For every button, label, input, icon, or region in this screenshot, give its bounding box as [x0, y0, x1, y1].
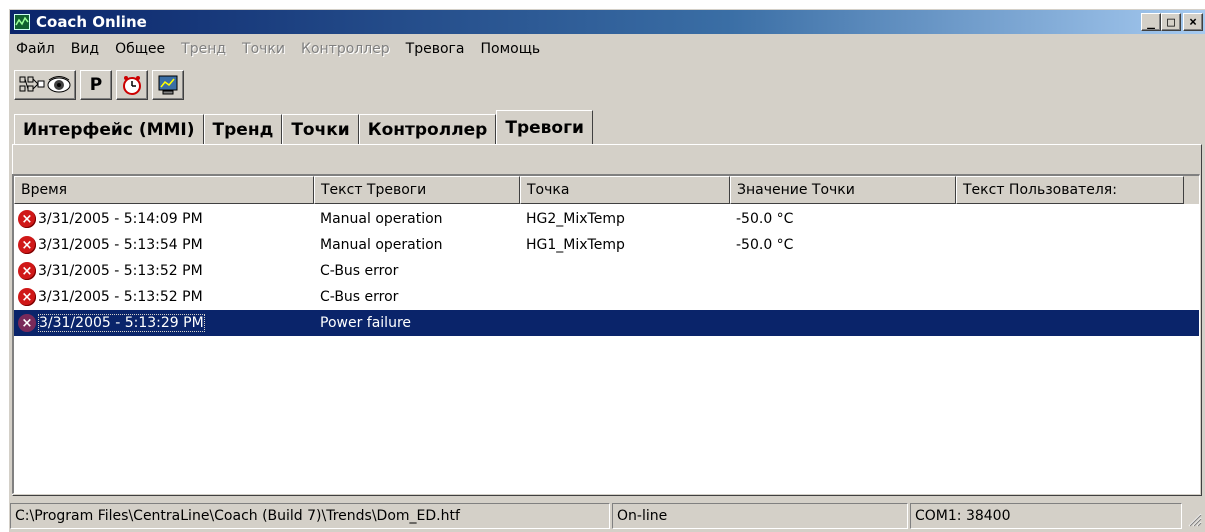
alarm-time: 3/31/2005 - 5:13:52 PM — [38, 289, 203, 305]
points-view-icon — [19, 76, 45, 92]
error-icon: × — [18, 262, 36, 280]
window-controls: _ □ × — [1139, 13, 1203, 31]
toolbar: P — [14, 67, 188, 103]
monitor-button[interactable] — [152, 70, 184, 100]
alarm-value: -50.0 °C — [736, 237, 794, 253]
alarm-text: Manual operation — [320, 237, 443, 253]
table-row[interactable]: × 3/31/2005 - 5:14:09 PM Manual operatio… — [14, 206, 1199, 232]
p-button-label: P — [89, 75, 103, 95]
minimize-button[interactable]: _ — [1141, 13, 1161, 31]
alarm-time: 3/31/2005 - 5:13:52 PM — [38, 263, 203, 279]
alarm-point: HG2_MixTemp — [526, 211, 625, 227]
table-row[interactable]: × 3/31/2005 - 5:13:52 PM C-Bus error — [14, 258, 1199, 284]
list-header: Время Текст Тревоги Точка Значение Точки… — [14, 176, 1199, 204]
column-header-time[interactable]: Время — [14, 176, 314, 204]
error-icon: × — [18, 288, 36, 306]
app-window: Coach Online _ □ × Файл Вид Общее Тренд … — [9, 9, 1205, 532]
menu-help[interactable]: Помощь — [472, 41, 548, 57]
error-icon: × — [18, 236, 36, 254]
column-header-point[interactable]: Точка — [520, 176, 730, 204]
status-file-path: C:\Program Files\CentraLine\Coach (Build… — [10, 503, 610, 529]
alarm-clock-icon — [123, 76, 141, 95]
tab-controller[interactable]: Контроллер — [358, 114, 497, 144]
status-bar: C:\Program Files\CentraLine\Coach (Build… — [10, 501, 1205, 531]
resize-grip-icon[interactable] — [1186, 511, 1202, 527]
column-header-point-value[interactable]: Значение Точки — [730, 176, 956, 204]
table-row[interactable]: × 3/31/2005 - 5:13:52 PM C-Bus error — [14, 284, 1199, 310]
points-view-button[interactable] — [14, 70, 76, 100]
window-title: Coach Online — [36, 13, 147, 31]
menu-bar: Файл Вид Общее Тренд Точки Контроллер Тр… — [10, 36, 548, 62]
alarm-time: 3/31/2005 - 5:14:09 PM — [38, 211, 203, 227]
column-header-alarm-text[interactable]: Текст Тревоги — [314, 176, 520, 204]
p-button[interactable]: P — [80, 70, 112, 100]
tab-points[interactable]: Точки — [282, 114, 359, 144]
alarm-clock-button[interactable] — [116, 70, 148, 100]
alarm-list[interactable]: Время Текст Тревоги Точка Значение Точки… — [12, 174, 1200, 494]
list-body: × 3/31/2005 - 5:14:09 PM Manual operatio… — [14, 206, 1199, 336]
title-bar[interactable]: Coach Online _ □ × — [10, 10, 1205, 34]
menu-controller[interactable]: Контроллер — [293, 41, 398, 57]
menu-points[interactable]: Точки — [234, 41, 293, 57]
tab-trend[interactable]: Тренд — [203, 114, 283, 144]
error-icon: × — [18, 210, 36, 228]
table-row-selected[interactable]: × 3/31/2005 - 5:13:29 PM Power failure — [14, 310, 1199, 336]
menu-view[interactable]: Вид — [63, 41, 107, 57]
menu-alarm[interactable]: Тревога — [398, 41, 473, 57]
column-header-user-text[interactable]: Текст Пользователя: — [956, 176, 1184, 204]
alarm-text: C-Bus error — [320, 263, 399, 279]
close-button[interactable]: × — [1183, 13, 1203, 31]
tab-alarms[interactable]: Тревоги — [496, 110, 593, 144]
alarm-value: -50.0 °C — [736, 211, 794, 227]
status-connection: On-line — [612, 503, 908, 529]
error-icon: × — [18, 314, 36, 332]
alarm-point: HG1_MixTemp — [526, 237, 625, 253]
alarm-time: 3/31/2005 - 5:13:54 PM — [38, 237, 203, 253]
status-port: COM1: 38400 — [910, 503, 1182, 529]
alarm-time: 3/31/2005 - 5:13:29 PM — [38, 314, 205, 332]
monitor-icon — [158, 75, 178, 95]
table-row[interactable]: × 3/31/2005 - 5:13:54 PM Manual operatio… — [14, 232, 1199, 258]
tab-mmi[interactable]: Интерфейс (MMI) — [14, 114, 204, 144]
tab-bar: Интерфейс (MMI) Тренд Точки Контроллер Т… — [14, 110, 593, 144]
menu-trend[interactable]: Тренд — [173, 41, 234, 57]
alarm-text: Manual operation — [320, 211, 443, 227]
eye-icon — [47, 76, 71, 93]
app-icon — [14, 14, 30, 30]
maximize-button[interactable]: □ — [1161, 13, 1181, 31]
alarm-text: C-Bus error — [320, 289, 399, 305]
alarm-text: Power failure — [320, 315, 411, 331]
menu-file[interactable]: Файл — [10, 41, 63, 57]
menu-general[interactable]: Общее — [107, 41, 173, 57]
